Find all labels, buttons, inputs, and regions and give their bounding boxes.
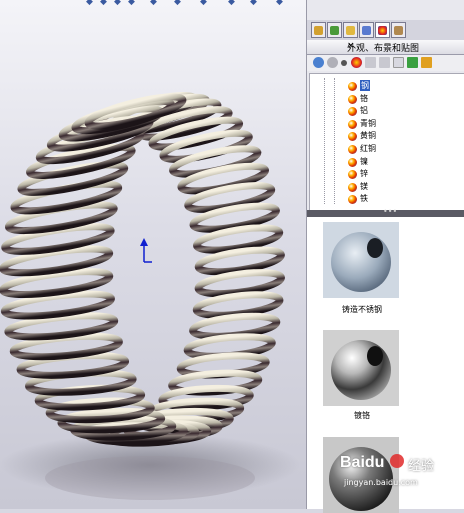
chevron-down-icon[interactable]: [341, 60, 347, 66]
thumb-chrome[interactable]: [323, 330, 399, 406]
add-icon[interactable]: [421, 57, 432, 68]
thumb-label-chrome: 镀铬: [354, 411, 370, 420]
material-label: 铝: [360, 106, 368, 116]
material-icon: [348, 119, 357, 129]
baidu-logo: Baidu: [340, 454, 385, 471]
material-item[interactable]: 铝: [348, 105, 458, 117]
material-label: 镁: [360, 181, 368, 191]
material-item[interactable]: 镁: [348, 181, 458, 193]
material-icon: [348, 195, 357, 205]
copy-icon[interactable]: [365, 57, 376, 68]
baidu-watermark: Baidu 经验 jingyan.baidu.com: [340, 452, 464, 492]
home-icon: [314, 26, 323, 35]
properties-icon: [394, 26, 403, 35]
pane-splitter[interactable]: •••: [307, 207, 464, 217]
tab-appearances[interactable]: [375, 22, 390, 38]
material-icon: [348, 94, 357, 104]
material-icon: [348, 170, 357, 180]
paw-icon: [390, 454, 404, 468]
tab-resources[interactable]: [311, 22, 326, 38]
appearance-icon[interactable]: [351, 57, 362, 68]
appearance-icon: [378, 26, 387, 35]
material-icon: [348, 107, 357, 117]
material-icon: [348, 132, 357, 142]
task-pane: 外观、布景和贴图 × 钢铬铝青铜 黄铜 红铜镍锌镁铁 ••• 铸造不锈钢 镀铬: [306, 0, 464, 513]
library-icon: [330, 26, 339, 35]
material-item[interactable]: 红铜: [348, 143, 458, 155]
material-icon: [348, 182, 357, 192]
material-label: 镍: [360, 156, 368, 166]
thumb-cast-stainless[interactable]: [323, 222, 399, 298]
material-label: 铬: [360, 93, 368, 103]
material-label: 铁: [360, 194, 368, 204]
close-icon[interactable]: ×: [347, 41, 357, 52]
material-item[interactable]: 镍: [348, 156, 458, 168]
search-icon: [362, 26, 371, 35]
material-tree[interactable]: 钢铬铝青铜黄铜红铜镍锌镁铁: [309, 73, 464, 211]
new-icon[interactable]: [393, 57, 404, 68]
tab-custom-properties[interactable]: [391, 22, 406, 38]
material-item[interactable]: 铬: [348, 93, 458, 105]
material-label: 青铜: [360, 118, 376, 128]
material-item[interactable]: 青铜: [348, 118, 458, 130]
panel-title: 外观、布景和贴图: [347, 44, 420, 54]
paste-icon[interactable]: [379, 57, 390, 68]
watermark-url: jingyan.baidu.com: [344, 478, 418, 487]
forward-icon[interactable]: [327, 57, 338, 68]
save-icon[interactable]: [407, 57, 418, 68]
thumb-label-cast-stainless: 铸造不锈钢: [342, 305, 382, 314]
tab-search[interactable]: [359, 22, 374, 38]
material-item[interactable]: 锌: [348, 168, 458, 180]
triad-icon: [140, 238, 152, 263]
material-icon: [348, 82, 357, 91]
material-icon: [348, 145, 357, 154]
material-item[interactable]: 铁: [348, 193, 458, 205]
coil-spring-model[interactable]: [0, 0, 306, 509]
tab-design-library[interactable]: [327, 22, 342, 38]
back-icon[interactable]: [313, 57, 324, 68]
material-item[interactable]: 黄铜: [348, 130, 458, 142]
material-label: 钢: [360, 80, 370, 91]
material-label: 红铜: [360, 144, 376, 153]
material-label: 锌: [360, 169, 368, 179]
material-icon: [348, 157, 357, 167]
panel-toolbar: [307, 55, 464, 71]
tab-file-explorer[interactable]: [343, 22, 358, 38]
graphics-viewport[interactable]: ◆ ◆ ◆ ◆ ◆ ◆ ◆ ◆ ◆ ◆: [0, 0, 306, 509]
material-item[interactable]: 钢: [348, 80, 458, 92]
material-label: 黄铜: [360, 131, 376, 141]
folder-icon: [346, 26, 355, 35]
task-pane-tabs: [307, 20, 464, 41]
watermark-cn: 经验: [408, 459, 435, 474]
panel-header: 外观、布景和贴图 ×: [307, 40, 464, 55]
